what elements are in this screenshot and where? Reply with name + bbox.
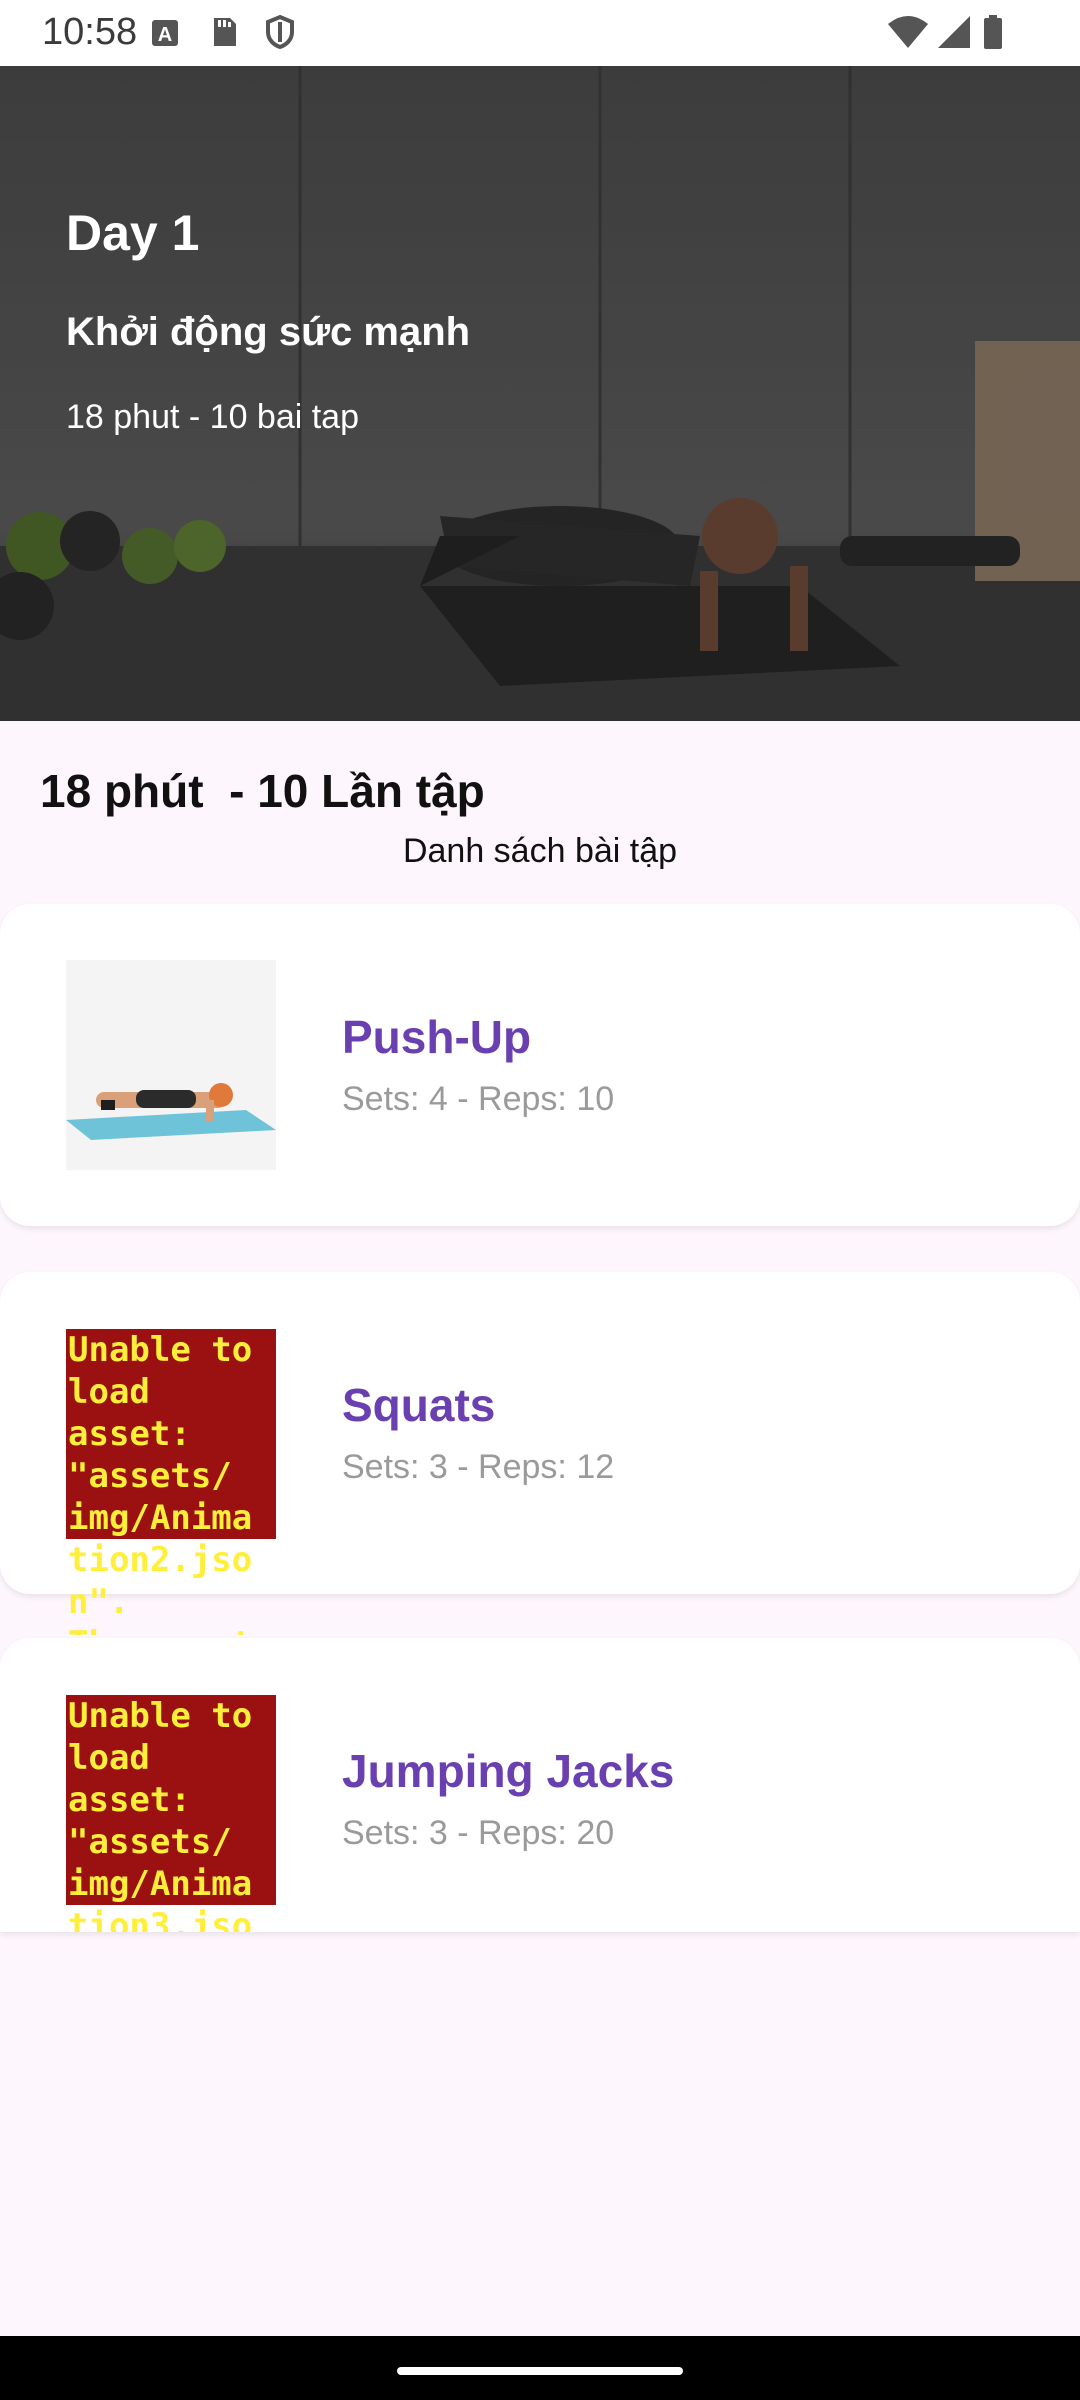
exercise-sets-reps: Sets: 3 - Reps: 20	[342, 1814, 615, 1852]
status-time: 10:58	[42, 11, 138, 53]
exercise-sets-reps: Sets: 3 - Reps: 12	[342, 1448, 615, 1486]
hero-title: Khởi động sức mạnh	[66, 310, 471, 354]
shield-icon	[266, 14, 294, 50]
asset-error-placeholder: Unable to load asset: "assets/ img/Anima…	[66, 1329, 276, 1635]
workout-hero-image	[0, 66, 1080, 721]
asset-error-message: Unable to load asset: "assets/ img/Anima…	[68, 1696, 253, 1932]
asset-error-message: Unable to load asset: "assets/ img/Anima…	[68, 1330, 253, 1635]
push-up-thumbnail	[66, 960, 276, 1170]
exercise-list-title: Danh sách bài tập	[402, 832, 678, 870]
exercise-sets-reps: Sets: 4 - Reps: 10	[342, 1080, 615, 1118]
sd-card-icon	[214, 18, 236, 46]
a-notification-icon: A	[152, 20, 178, 46]
exercise-card[interactable]: Push-Up Sets: 4 - Reps: 10	[0, 904, 1080, 1226]
hero-day-label: Day 1	[66, 205, 200, 261]
exercise-name: Push-Up	[342, 1011, 532, 1063]
home-gesture-handle[interactable]	[397, 2367, 683, 2375]
signal-icon	[938, 16, 970, 48]
wifi-icon	[888, 16, 928, 48]
exercise-name: Squats	[342, 1379, 496, 1431]
exercise-name: Jumping Jacks	[342, 1745, 675, 1797]
hero-banner: Day 1 Khởi động sức mạnh 18 phut - 10 ba…	[0, 66, 1080, 721]
hero-subtitle: 18 phut - 10 bai tap	[66, 398, 360, 436]
battery-icon	[984, 15, 1002, 49]
asset-error-placeholder: Unable to load asset: "assets/ img/Anima…	[66, 1695, 276, 1932]
svg-text:A: A	[158, 24, 172, 46]
status-bar: 10:58 A	[0, 0, 1080, 66]
workout-summary: 18 phút - 10 Lần tập	[40, 765, 485, 817]
push-up-illustration-icon	[66, 1083, 276, 1140]
